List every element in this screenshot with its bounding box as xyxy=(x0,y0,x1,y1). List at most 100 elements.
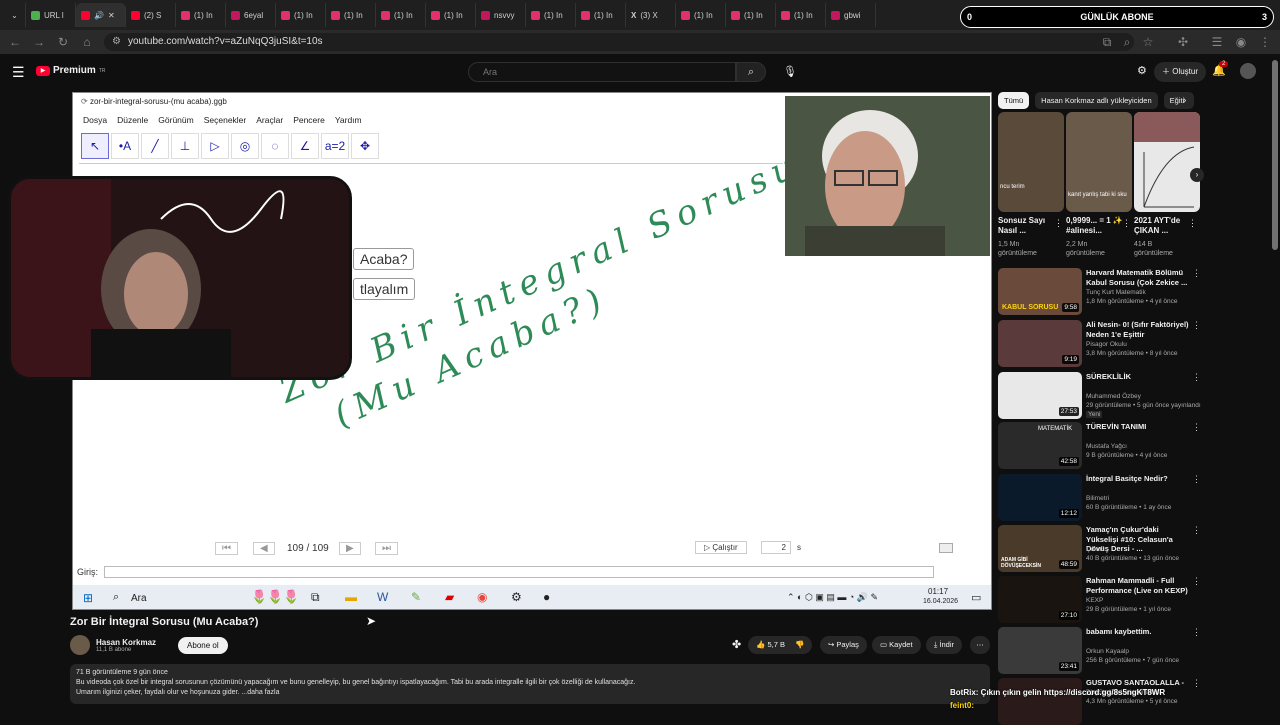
more-icon[interactable]: ⋮ xyxy=(1122,218,1131,229)
more-icon[interactable]: ⋮ xyxy=(1192,474,1201,485)
recommended-video[interactable]: 23:41 babamı kaybettim. Orkun Kayaalp 256… xyxy=(998,627,1270,677)
create-button[interactable]: ＋ Oluştur xyxy=(1154,62,1207,82)
hamburger-menu-icon[interactable]: ☰ xyxy=(12,64,25,81)
video-thumbnail[interactable]: MATEMATİK 42:58 xyxy=(998,422,1082,469)
browser-tab[interactable]: URL l xyxy=(26,3,76,27)
menu-dots-icon[interactable]: ⋮ xyxy=(1258,35,1272,49)
browser-tab[interactable]: (1) In xyxy=(276,3,326,27)
browser-tab[interactable]: (1) In xyxy=(776,3,826,27)
channel-name[interactable]: Hasan Korkmaz xyxy=(96,638,156,647)
close-icon[interactable]: ✕ xyxy=(108,11,115,20)
more-icon[interactable]: ⋮ xyxy=(1192,576,1201,587)
shorts-title[interactable]: 0,9999... = 1 ✨ #alinesi... xyxy=(1066,216,1126,236)
channel-name[interactable]: Pisagor Okulu xyxy=(1086,340,1216,349)
browser-tab[interactable]: 6eyal xyxy=(226,3,276,27)
shorts-next-icon[interactable]: › xyxy=(1190,168,1204,182)
install-icon[interactable]: ⧉ xyxy=(1100,35,1114,49)
more-actions-button[interactable]: ⋯ xyxy=(970,636,990,654)
channel-name[interactable]: Çukur xyxy=(1086,545,1216,554)
video-thumbnail[interactable]: 23:41 xyxy=(998,627,1082,674)
more-icon[interactable]: ⋮ xyxy=(1192,525,1201,536)
reading-list-icon[interactable]: ☰ xyxy=(1210,35,1224,49)
search-button[interactable]: ⌕ xyxy=(736,62,766,82)
microphone-icon[interactable]: 🎙 xyxy=(780,62,800,82)
like-dislike-button[interactable]: 👍 5,7 B 👎 xyxy=(748,636,812,654)
channel-name[interactable]: Mustafa Yağcı xyxy=(1086,442,1216,451)
video-thumbnail[interactable]: 9:19 xyxy=(998,320,1082,367)
more-icon[interactable]: ⋮ xyxy=(1192,372,1201,383)
shorts-thumbnail[interactable]: ncu terim xyxy=(998,112,1064,212)
shorts-thumbnail[interactable]: kanıt yanlış tabi ki sku xyxy=(1066,112,1132,212)
channel-name[interactable]: Muhammed Özbey xyxy=(1086,392,1216,401)
more-icon[interactable]: ⋮ xyxy=(1192,320,1201,331)
video-title[interactable]: Ali Nesin- 0! (Sıfır Faktöriyel) Neden 1… xyxy=(1086,320,1192,339)
recommended-video[interactable]: 27:53 SÜREKLİLİK Muhammed Özbey 29 görünt… xyxy=(998,372,1270,422)
thumbs-up-icon[interactable]: 👍 xyxy=(756,640,767,649)
ext-icon[interactable]: ✤ xyxy=(732,638,741,651)
account-avatar[interactable] xyxy=(1240,63,1256,79)
video-title[interactable]: İntegral Basitçe Nedir? xyxy=(1086,474,1192,484)
zoom-icon[interactable]: ⌕ xyxy=(1120,35,1134,49)
chip-education[interactable]: Eğiti xyxy=(1163,92,1194,109)
channel-name[interactable]: KEXP xyxy=(1086,596,1216,605)
channel-name[interactable]: Tunç Kurt Matematik xyxy=(1086,288,1216,297)
channel-name[interactable]: Bilimetri xyxy=(1086,494,1216,503)
tab-search-icon[interactable]: ⌄ xyxy=(4,3,26,27)
browser-tab[interactable]: gbwi xyxy=(826,3,876,27)
recommended-video[interactable]: ADAM GİBİ DÖVÜŞECEKSİN 48:59 Yamaç'ın Çuk… xyxy=(998,525,1270,575)
browser-tab[interactable]: (1) In xyxy=(576,3,626,27)
video-thumbnail[interactable]: 27:10 xyxy=(998,576,1082,623)
recommended-video[interactable]: KABUL SORUSU 9:58 Harvard Matematik Bölüm… xyxy=(998,268,1270,318)
description-box[interactable]: 71 B görüntüleme 9 gün önce Bu videoda ç… xyxy=(70,664,990,704)
browser-tab[interactable]: (1) In xyxy=(376,3,426,27)
home-icon[interactable]: ⌂ xyxy=(80,35,94,49)
page-scrollbar[interactable] xyxy=(1272,60,1278,250)
video-thumbnail[interactable]: 12:12 xyxy=(998,474,1082,521)
more-icon[interactable]: ⋮ xyxy=(1192,627,1201,638)
browser-tab[interactable]: (1) In xyxy=(676,3,726,27)
more-icon[interactable]: ⋮ xyxy=(1192,678,1201,689)
video-title[interactable]: SÜREKLİLİK xyxy=(1086,372,1192,382)
more-icon[interactable]: ⋮ xyxy=(1192,422,1201,433)
youtube-logo[interactable]: ▶ Premium TR xyxy=(36,65,105,76)
chip-from-uploader[interactable]: Hasan Korkmaz adlı yükleyiciden xyxy=(1035,92,1158,109)
more-icon[interactable]: ⋮ xyxy=(1054,218,1063,229)
extension-gear-icon[interactable]: ⚙ xyxy=(1137,64,1147,77)
download-button[interactable]: ⤓ İndir xyxy=(926,636,962,654)
browser-tab[interactable]: nsvvy xyxy=(476,3,526,27)
browser-tab-active[interactable]: 🔊 ✕ xyxy=(76,3,126,27)
share-button[interactable]: ↪ Paylaş xyxy=(820,636,867,654)
recommended-video[interactable]: 9:19 Ali Nesin- 0! (Sıfır Faktöriyel) Ne… xyxy=(998,320,1270,370)
site-info-icon[interactable]: ⚙ xyxy=(112,33,121,51)
reload-icon[interactable]: ↻ xyxy=(56,35,70,49)
browser-tab[interactable]: (1) In xyxy=(326,3,376,27)
recommended-video[interactable]: MATEMATİK 42:58 TÜREVİN TANIMI Mustafa Ya… xyxy=(998,422,1270,472)
browser-tab[interactable]: (1) In xyxy=(426,3,476,27)
video-title[interactable]: Harvard Matematik Bölümü Kabul Sorusu (Ç… xyxy=(1086,268,1192,287)
chevron-right-icon[interactable]: › xyxy=(1183,95,1186,106)
more-icon[interactable]: ⋮ xyxy=(1192,268,1201,279)
recommended-video[interactable]: 12:12 İntegral Basitçe Nedir? Bilimetri 6… xyxy=(998,474,1270,524)
shorts-thumbnail[interactable] xyxy=(1134,112,1200,212)
save-button[interactable]: ▭ Kaydet xyxy=(872,636,921,654)
browser-tab[interactable]: X (3) X xyxy=(626,3,676,27)
video-title[interactable]: babamı kaybettim. xyxy=(1086,627,1192,637)
subscribe-button[interactable]: Abone ol xyxy=(178,636,228,654)
search-input[interactable]: Ara xyxy=(468,62,736,82)
thumbs-down-icon[interactable]: 👎 xyxy=(795,640,804,649)
address-bar[interactable]: ⚙ youtube.com/watch?v=aZuNqQ3juSI&t=10s xyxy=(104,33,1134,51)
more-icon[interactable]: ⋮ xyxy=(1188,218,1197,229)
chip-all[interactable]: Tümü xyxy=(998,92,1030,109)
browser-tab[interactable]: (1) In xyxy=(726,3,776,27)
video-title[interactable]: Rahman Mammadli - Full Performance (Live… xyxy=(1086,576,1192,595)
browser-tab[interactable]: (2) S xyxy=(126,3,176,27)
video-title[interactable]: TÜREVİN TANIMI xyxy=(1086,422,1192,432)
browser-tab[interactable]: (1) In xyxy=(176,3,226,27)
video-thumbnail[interactable]: ADAM GİBİ DÖVÜŞECEKSİN 48:59 xyxy=(998,525,1082,572)
shorts-title[interactable]: 2021 AYT'de ÇIKAN ... xyxy=(1134,216,1194,236)
bookmark-star-icon[interactable]: ☆ xyxy=(1141,35,1155,49)
video-thumbnail[interactable]: 27:53 xyxy=(998,372,1082,419)
video-thumbnail[interactable]: KABUL SORUSU 9:58 xyxy=(998,268,1082,315)
recommended-video[interactable]: 27:10 Rahman Mammadli - Full Performance… xyxy=(998,576,1270,626)
shorts-title[interactable]: Sonsuz Sayı Nasıl ... xyxy=(998,216,1058,236)
